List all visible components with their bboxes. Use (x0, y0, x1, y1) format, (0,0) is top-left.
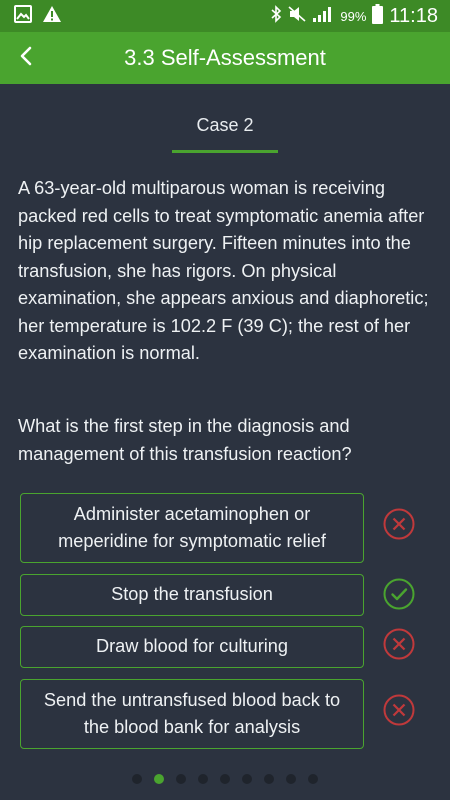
page-dot[interactable] (132, 774, 142, 784)
correct-icon (383, 578, 415, 610)
mute-icon (288, 5, 306, 28)
page-dot[interactable] (198, 774, 208, 784)
app-bar: 3.3 Self-Assessment (0, 32, 450, 84)
gallery-icon (14, 4, 32, 28)
status-time: 11:18 (389, 4, 438, 27)
incorrect-icon (383, 694, 415, 726)
page-dot[interactable] (242, 774, 252, 784)
warning-icon (42, 5, 62, 28)
case-title: Case 2 (196, 115, 254, 135)
page-dot[interactable] (308, 774, 318, 784)
question-text: What is the first step in the diagnosis … (18, 416, 352, 464)
page-title: 3.3 Self-Assessment (124, 45, 326, 70)
case-title-underline (172, 150, 278, 153)
incorrect-icon (383, 508, 415, 540)
page-dot[interactable] (286, 774, 296, 784)
incorrect-icon (383, 628, 415, 660)
signal-icon (312, 5, 334, 28)
bluetooth-icon (270, 4, 282, 28)
battery-icon (372, 3, 384, 29)
answer-option[interactable]: Administer acetaminophen or meperidine f… (20, 493, 364, 563)
battery-percent: 99% (340, 8, 367, 24)
chevron-left-icon (19, 45, 33, 72)
answer-option[interactable]: Draw blood for culturing (20, 626, 364, 668)
back-button[interactable] (0, 32, 52, 84)
page-dot[interactable] (264, 774, 274, 784)
page-indicator (0, 774, 450, 786)
status-bar: 99% 11:18 (0, 0, 450, 32)
page-dot[interactable] (220, 774, 230, 784)
answer-option[interactable]: Send the untransfused blood back to the … (20, 679, 364, 749)
page-dot[interactable] (176, 774, 186, 784)
page-dot-active[interactable] (154, 774, 164, 784)
case-description: A 63-year-old multiparous woman is recei… (18, 178, 429, 363)
answer-option[interactable]: Stop the transfusion (20, 574, 364, 616)
